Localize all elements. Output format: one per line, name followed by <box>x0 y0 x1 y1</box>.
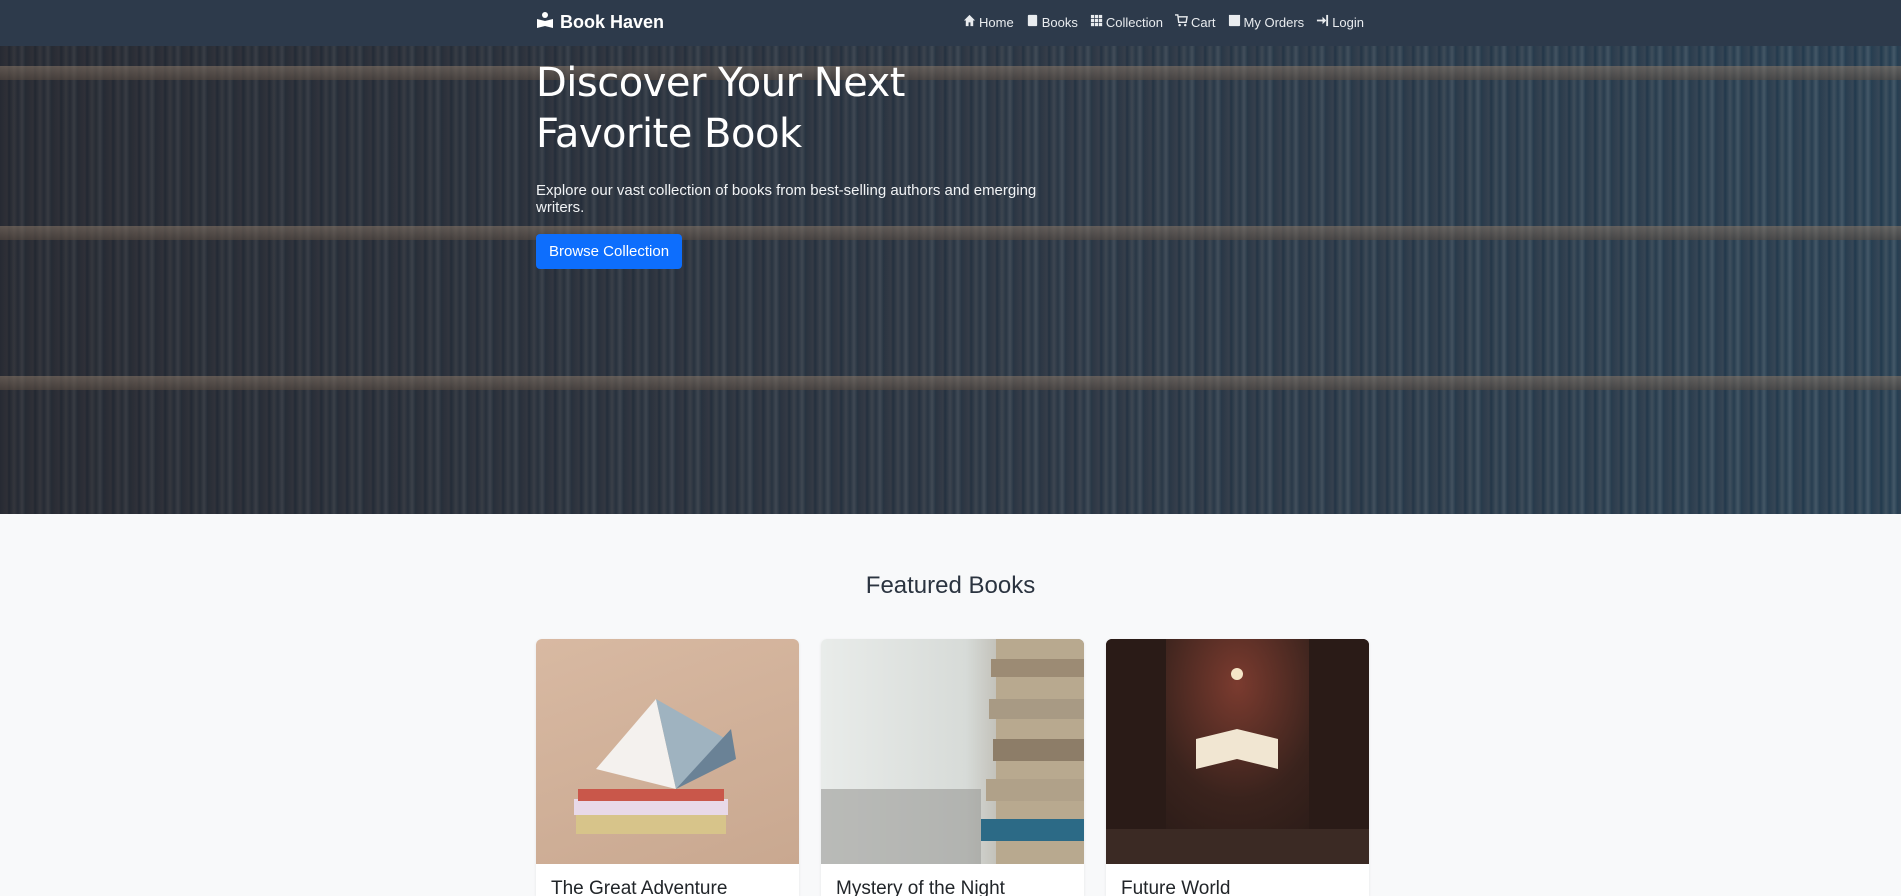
book-card[interactable]: Future World <box>1106 639 1369 896</box>
featured-books-heading: Featured Books <box>865 572 1036 599</box>
book-icon <box>1026 14 1039 30</box>
nav-home-label: Home <box>979 14 1014 30</box>
box-icon <box>1228 14 1241 30</box>
nav-my-orders[interactable]: My Orders <box>1228 14 1305 30</box>
hero-title: Discover Your Next Favorite Book <box>536 60 905 157</box>
nav-collection-label: Collection <box>1105 14 1163 30</box>
hero-content: Discover Your Next Favorite Book Explore… <box>536 58 1056 269</box>
home-icon <box>963 14 976 30</box>
nav-home[interactable]: Home <box>963 14 1014 30</box>
brand-name: Book Haven <box>560 12 665 32</box>
nav-books-label: Books <box>1041 14 1078 30</box>
shelf-decoration <box>0 376 1901 390</box>
nav-my-orders-label: My Orders <box>1243 14 1305 30</box>
main-nav: Home Books Collection Cart My Orders Log… <box>963 14 1364 30</box>
nav-cart-label: Cart <box>1190 14 1216 30</box>
nav-cart[interactable]: Cart <box>1174 14 1216 30</box>
nav-login[interactable]: Login <box>1316 14 1364 30</box>
cart-icon <box>1174 14 1188 30</box>
book-title[interactable]: Future World <box>1106 864 1369 896</box>
grid-icon <box>1090 14 1103 30</box>
book-title[interactable]: Mystery of the Night <box>821 864 1084 896</box>
browse-collection-button[interactable]: Browse Collection <box>536 234 683 269</box>
navbar: Book Haven Home Books Collection Cart My… <box>0 0 1901 46</box>
login-icon <box>1316 14 1329 30</box>
brand-logo[interactable]: Book Haven <box>536 11 664 34</box>
book-cover-image[interactable] <box>536 639 799 864</box>
nav-books[interactable]: Books <box>1026 14 1078 30</box>
book-reader-icon <box>536 11 554 34</box>
book-cover-image[interactable] <box>821 639 1084 864</box>
book-card[interactable]: Mystery of the Night <box>821 639 1084 896</box>
nav-login-label: Login <box>1332 14 1364 30</box>
book-cover-image[interactable] <box>1106 639 1369 864</box>
hero-subtitle: Explore our vast collection of books fro… <box>536 182 1037 216</box>
book-card[interactable]: The Great Adventure <box>536 639 799 896</box>
nav-collection[interactable]: Collection <box>1090 14 1163 30</box>
book-title[interactable]: The Great Adventure <box>536 864 799 896</box>
hero-banner: Discover Your Next Favorite Book Explore… <box>0 46 1901 514</box>
